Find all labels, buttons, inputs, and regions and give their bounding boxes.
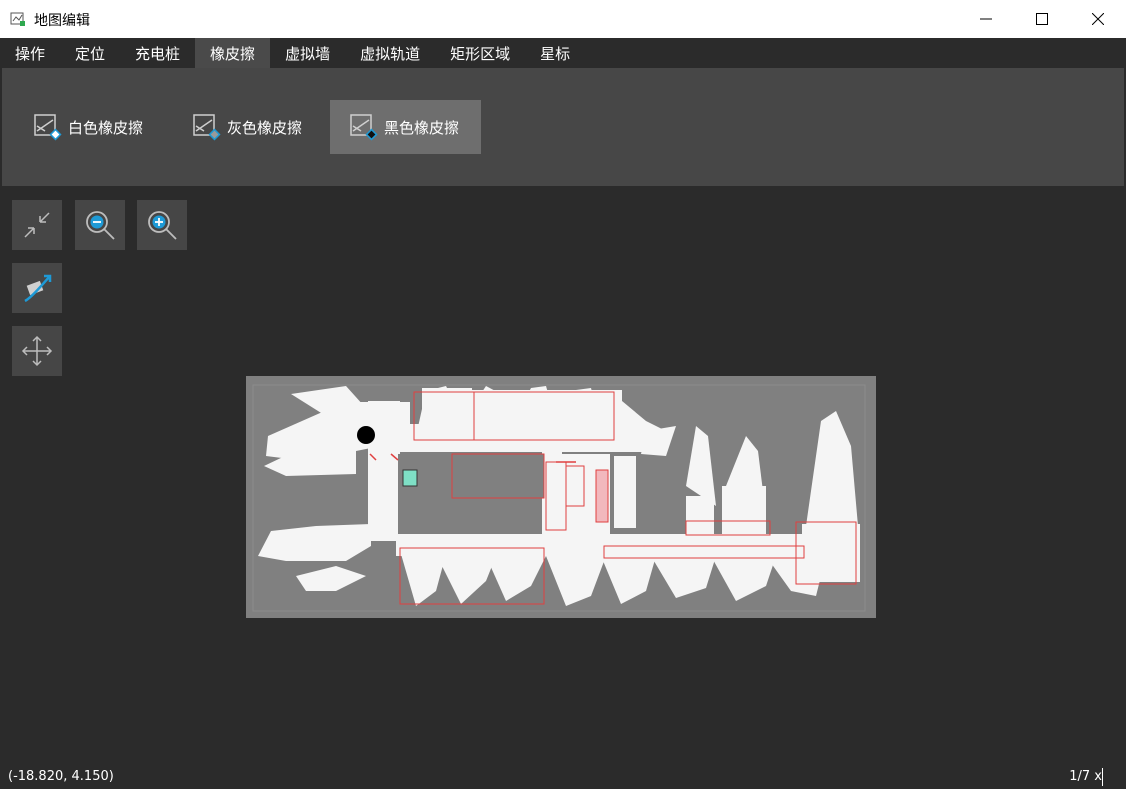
title-bar: 地图编辑: [0, 0, 1126, 38]
gray-eraser-label: 灰色橡皮擦: [227, 118, 303, 137]
window-title: 地图编辑: [34, 13, 90, 29]
close-icon: [1092, 13, 1104, 25]
zoom-in-icon: [148, 211, 177, 240]
cursor-coordinates: (-18.820, 4.150): [8, 769, 114, 784]
menu-item-virtual-wall[interactable]: 虚拟墙: [270, 38, 345, 68]
menu-item-star[interactable]: 星标: [525, 38, 585, 68]
map-edit-app-icon: [10, 12, 25, 26]
menu-item-rect-area[interactable]: 矩形区域: [435, 38, 525, 68]
charger-marker: [402, 469, 418, 487]
robot-marker: [357, 426, 375, 444]
minimize-button[interactable]: [958, 0, 1014, 38]
minimize-icon: [980, 18, 992, 20]
status-divider: [1102, 768, 1103, 786]
menu-bar: 操作 定位 充电桩 橡皮擦 虚拟墙 虚拟轨道 矩形区域 星标: [0, 38, 1126, 68]
zoom-in-button[interactable]: [137, 200, 187, 250]
rotate-arrow-icon: [24, 274, 52, 303]
zoom-out-button[interactable]: [75, 200, 125, 250]
maximize-button[interactable]: [1014, 0, 1070, 38]
white-eraser-button[interactable]: 白色橡皮擦: [20, 100, 170, 154]
move-map-button[interactable]: [12, 326, 62, 376]
fit-view-button[interactable]: [12, 200, 62, 250]
black-eraser-label: 黑色橡皮擦: [384, 118, 460, 137]
white-eraser-icon: [34, 114, 62, 141]
eraser-ribbon: 白色橡皮擦 灰色橡皮擦 黑色橡皮擦: [2, 68, 1124, 186]
gray-eraser-button[interactable]: 灰色橡皮擦: [179, 100, 329, 154]
bottom-scan-area: [401, 554, 826, 606]
maximize-icon: [1036, 13, 1048, 25]
move-arrows-icon: [21, 335, 53, 367]
menu-item-eraser[interactable]: 橡皮擦: [195, 38, 271, 68]
map-canvas[interactable]: [246, 376, 876, 618]
occupancy-map: [252, 384, 866, 612]
gray-eraser-icon: [193, 114, 221, 141]
shrink-arrows-icon: [24, 212, 50, 238]
black-eraser-button[interactable]: 黑色橡皮擦: [330, 100, 481, 154]
menu-item-virtual-track[interactable]: 虚拟轨道: [345, 38, 435, 68]
menu-item-locate[interactable]: 定位: [60, 38, 120, 68]
menu-item-operate[interactable]: 操作: [0, 38, 60, 68]
rotate-map-button[interactable]: [12, 263, 62, 313]
close-button[interactable]: [1070, 0, 1126, 38]
black-eraser-icon: [350, 114, 378, 141]
zoom-out-icon: [86, 211, 115, 240]
zoom-level: 1/7 x: [1069, 769, 1102, 784]
menu-item-charger[interactable]: 充电桩: [120, 38, 195, 68]
white-eraser-label: 白色橡皮擦: [68, 118, 144, 137]
highlight-region: [595, 469, 609, 523]
